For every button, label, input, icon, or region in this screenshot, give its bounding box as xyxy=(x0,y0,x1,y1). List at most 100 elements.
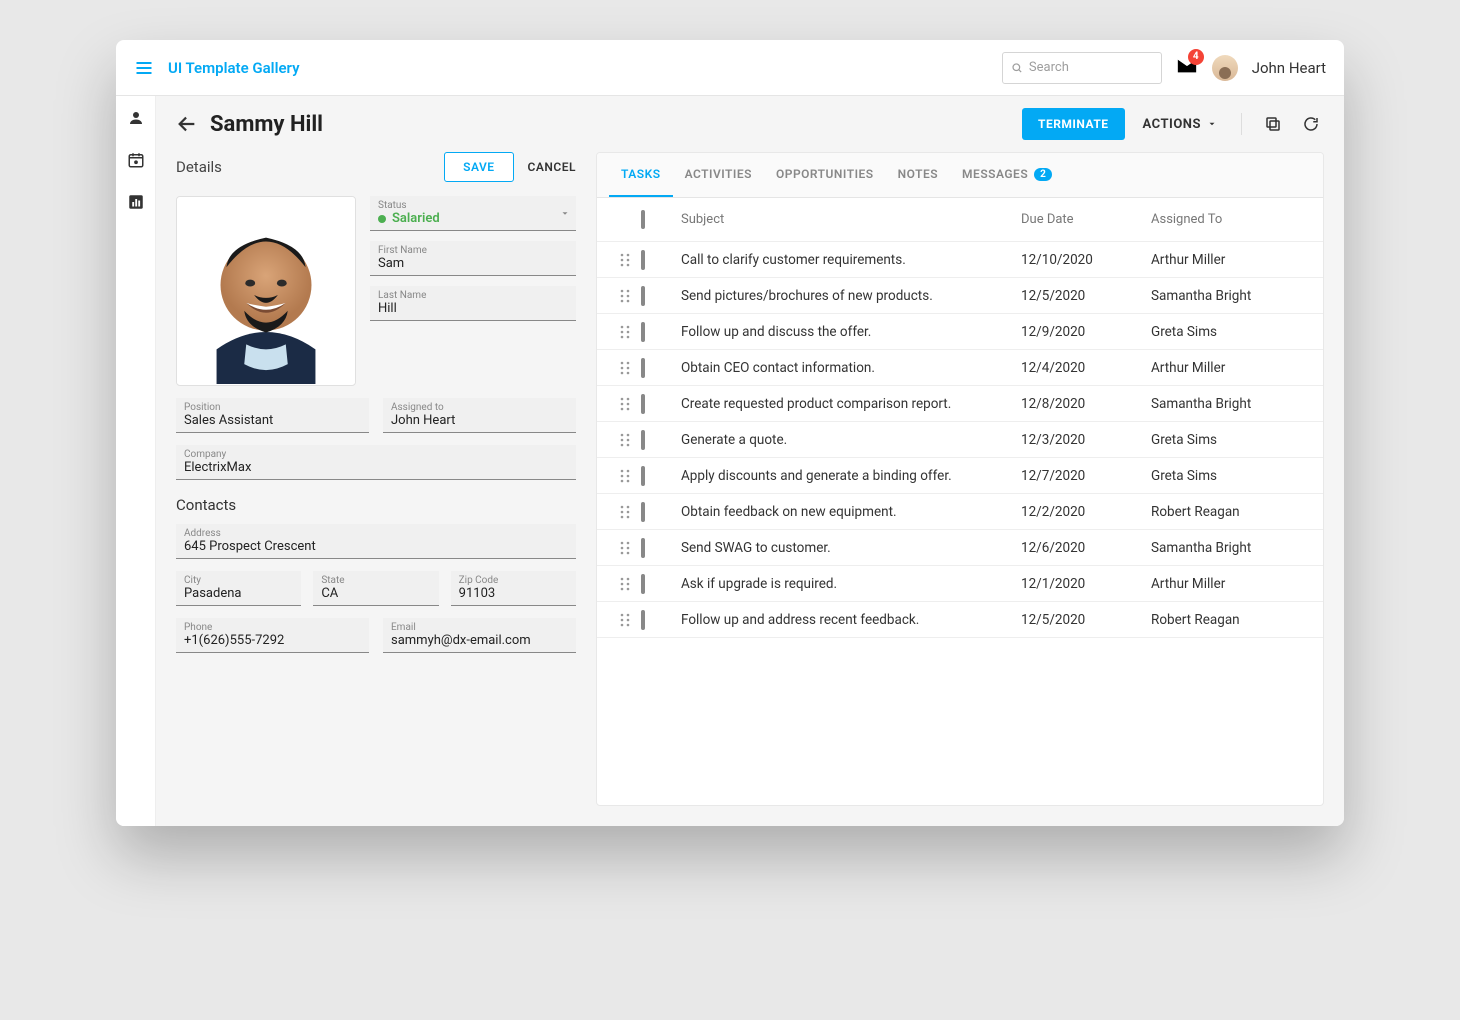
drag-handle-icon[interactable] xyxy=(609,505,641,519)
tab-opportunities[interactable]: OPPORTUNITIES xyxy=(764,153,886,197)
row-checkbox[interactable] xyxy=(641,538,645,558)
row-assigned: Robert Reagan xyxy=(1151,504,1311,520)
tasks-table: Subject Due Date Assigned To Call to cla… xyxy=(597,198,1323,805)
row-checkbox[interactable] xyxy=(641,250,645,270)
cancel-button[interactable]: CANCEL xyxy=(528,160,576,174)
col-subject[interactable]: Subject xyxy=(681,212,1021,227)
table-row[interactable]: Follow up and discuss the offer.12/9/202… xyxy=(597,314,1323,350)
copy-icon xyxy=(1264,115,1282,133)
contact-photo[interactable] xyxy=(176,196,356,386)
company-field[interactable]: Company ElectrixMax xyxy=(176,445,576,480)
table-row[interactable]: Apply discounts and generate a binding o… xyxy=(597,458,1323,494)
mail-button[interactable]: 4 xyxy=(1176,55,1198,81)
row-checkbox[interactable] xyxy=(641,502,645,522)
email-value: sammyh@dx-email.com xyxy=(391,633,568,648)
row-assigned: Greta Sims xyxy=(1151,432,1311,448)
tab-notes[interactable]: NOTES xyxy=(886,153,950,197)
email-field[interactable]: Email sammyh@dx-email.com xyxy=(383,618,576,653)
table-row[interactable]: Ask if upgrade is required.12/1/2020Arth… xyxy=(597,566,1323,602)
top-bar: UI Template Gallery 4 John Heart xyxy=(116,40,1344,96)
first-name-value: Sam xyxy=(378,256,568,271)
table-row[interactable]: Obtain CEO contact information.12/4/2020… xyxy=(597,350,1323,386)
search-input[interactable] xyxy=(1029,60,1153,75)
sidebar-item-person[interactable] xyxy=(124,106,148,130)
row-assigned: Arthur Miller xyxy=(1151,360,1311,376)
state-value: CA xyxy=(321,586,430,601)
drag-handle-icon[interactable] xyxy=(609,577,641,591)
table-row[interactable]: Follow up and address recent feedback.12… xyxy=(597,602,1323,638)
table-header: Subject Due Date Assigned To xyxy=(597,198,1323,242)
row-subject: Create requested product comparison repo… xyxy=(681,396,1021,412)
back-button[interactable] xyxy=(176,113,198,135)
row-checkbox[interactable] xyxy=(641,358,645,378)
row-checkbox[interactable] xyxy=(641,466,645,486)
col-assigned[interactable]: Assigned To xyxy=(1151,212,1311,227)
state-field[interactable]: State CA xyxy=(313,571,438,606)
position-field[interactable]: Position Sales Assistant xyxy=(176,398,369,433)
save-button[interactable]: SAVE xyxy=(444,152,513,182)
refresh-button[interactable] xyxy=(1298,111,1324,137)
actions-button[interactable]: ACTIONS xyxy=(1137,109,1223,140)
drag-handle-icon[interactable] xyxy=(609,289,641,303)
row-checkbox[interactable] xyxy=(641,610,645,630)
sidebar-item-calendar[interactable] xyxy=(124,148,148,172)
tab-activities[interactable]: ACTIVITIES xyxy=(673,153,764,197)
first-name-label: First Name xyxy=(378,245,568,256)
copy-button[interactable] xyxy=(1260,111,1286,137)
last-name-value: Hill xyxy=(378,301,568,316)
tab-tasks[interactable]: TASKS xyxy=(609,153,673,197)
zip-value: 91103 xyxy=(459,586,568,601)
last-name-label: Last Name xyxy=(378,290,568,301)
city-field[interactable]: City Pasadena xyxy=(176,571,301,606)
drag-handle-icon[interactable] xyxy=(609,397,641,411)
drag-handle-icon[interactable] xyxy=(609,541,641,555)
row-checkbox[interactable] xyxy=(641,286,645,306)
table-row[interactable]: Call to clarify customer requirements.12… xyxy=(597,242,1323,278)
select-all-checkbox[interactable] xyxy=(641,210,645,229)
sidebar-item-analytics[interactable] xyxy=(124,190,148,214)
tab-messages-label: MESSAGES xyxy=(962,167,1028,181)
details-panel: Details SAVE CANCEL xyxy=(176,152,576,806)
address-field[interactable]: Address 645 Prospect Crescent xyxy=(176,524,576,559)
drag-handle-icon[interactable] xyxy=(609,469,641,483)
drag-handle-icon[interactable] xyxy=(609,433,641,447)
col-due[interactable]: Due Date xyxy=(1021,212,1151,227)
row-assigned: Greta Sims xyxy=(1151,324,1311,340)
phone-field[interactable]: Phone +1(626)555-7292 xyxy=(176,618,369,653)
city-label: City xyxy=(184,575,293,586)
table-row[interactable]: Create requested product comparison repo… xyxy=(597,386,1323,422)
row-checkbox[interactable] xyxy=(641,322,645,342)
row-assigned: Samantha Bright xyxy=(1151,288,1311,304)
sidebar xyxy=(116,96,156,826)
drag-handle-icon[interactable] xyxy=(609,361,641,375)
last-name-field[interactable]: Last Name Hill xyxy=(370,286,576,321)
table-row[interactable]: Generate a quote.12/3/2020Greta Sims xyxy=(597,422,1323,458)
drag-handle-icon[interactable] xyxy=(609,325,641,339)
user-name: John Heart xyxy=(1252,59,1326,77)
hamburger-icon[interactable] xyxy=(134,58,154,78)
search-box[interactable] xyxy=(1002,52,1162,84)
table-row[interactable]: Send SWAG to customer.12/6/2020Samantha … xyxy=(597,530,1323,566)
row-due: 12/1/2020 xyxy=(1021,576,1151,592)
row-checkbox[interactable] xyxy=(641,430,645,450)
terminate-button[interactable]: TERMINATE xyxy=(1022,108,1125,140)
first-name-field[interactable]: First Name Sam xyxy=(370,241,576,276)
app-title: UI Template Gallery xyxy=(168,59,300,77)
row-checkbox[interactable] xyxy=(641,394,645,414)
company-label: Company xyxy=(184,449,568,460)
tab-messages[interactable]: MESSAGES 2 xyxy=(950,153,1064,197)
drag-handle-icon[interactable] xyxy=(609,613,641,627)
table-row[interactable]: Obtain feedback on new equipment.12/2/20… xyxy=(597,494,1323,530)
table-row[interactable]: Send pictures/brochures of new products.… xyxy=(597,278,1323,314)
row-checkbox[interactable] xyxy=(641,574,645,594)
status-field[interactable]: Status Salaried xyxy=(370,196,576,231)
drag-handle-icon[interactable] xyxy=(609,253,641,267)
tabs: TASKS ACTIVITIES OPPORTUNITIES NOTES MES… xyxy=(597,153,1323,198)
assigned-to-field[interactable]: Assigned to John Heart xyxy=(383,398,576,433)
messages-badge: 2 xyxy=(1034,168,1052,181)
avatar[interactable] xyxy=(1212,55,1238,81)
row-due: 12/7/2020 xyxy=(1021,468,1151,484)
actions-label: ACTIONS xyxy=(1143,117,1201,132)
row-assigned: Arthur Miller xyxy=(1151,576,1311,592)
zip-field[interactable]: Zip Code 91103 xyxy=(451,571,576,606)
